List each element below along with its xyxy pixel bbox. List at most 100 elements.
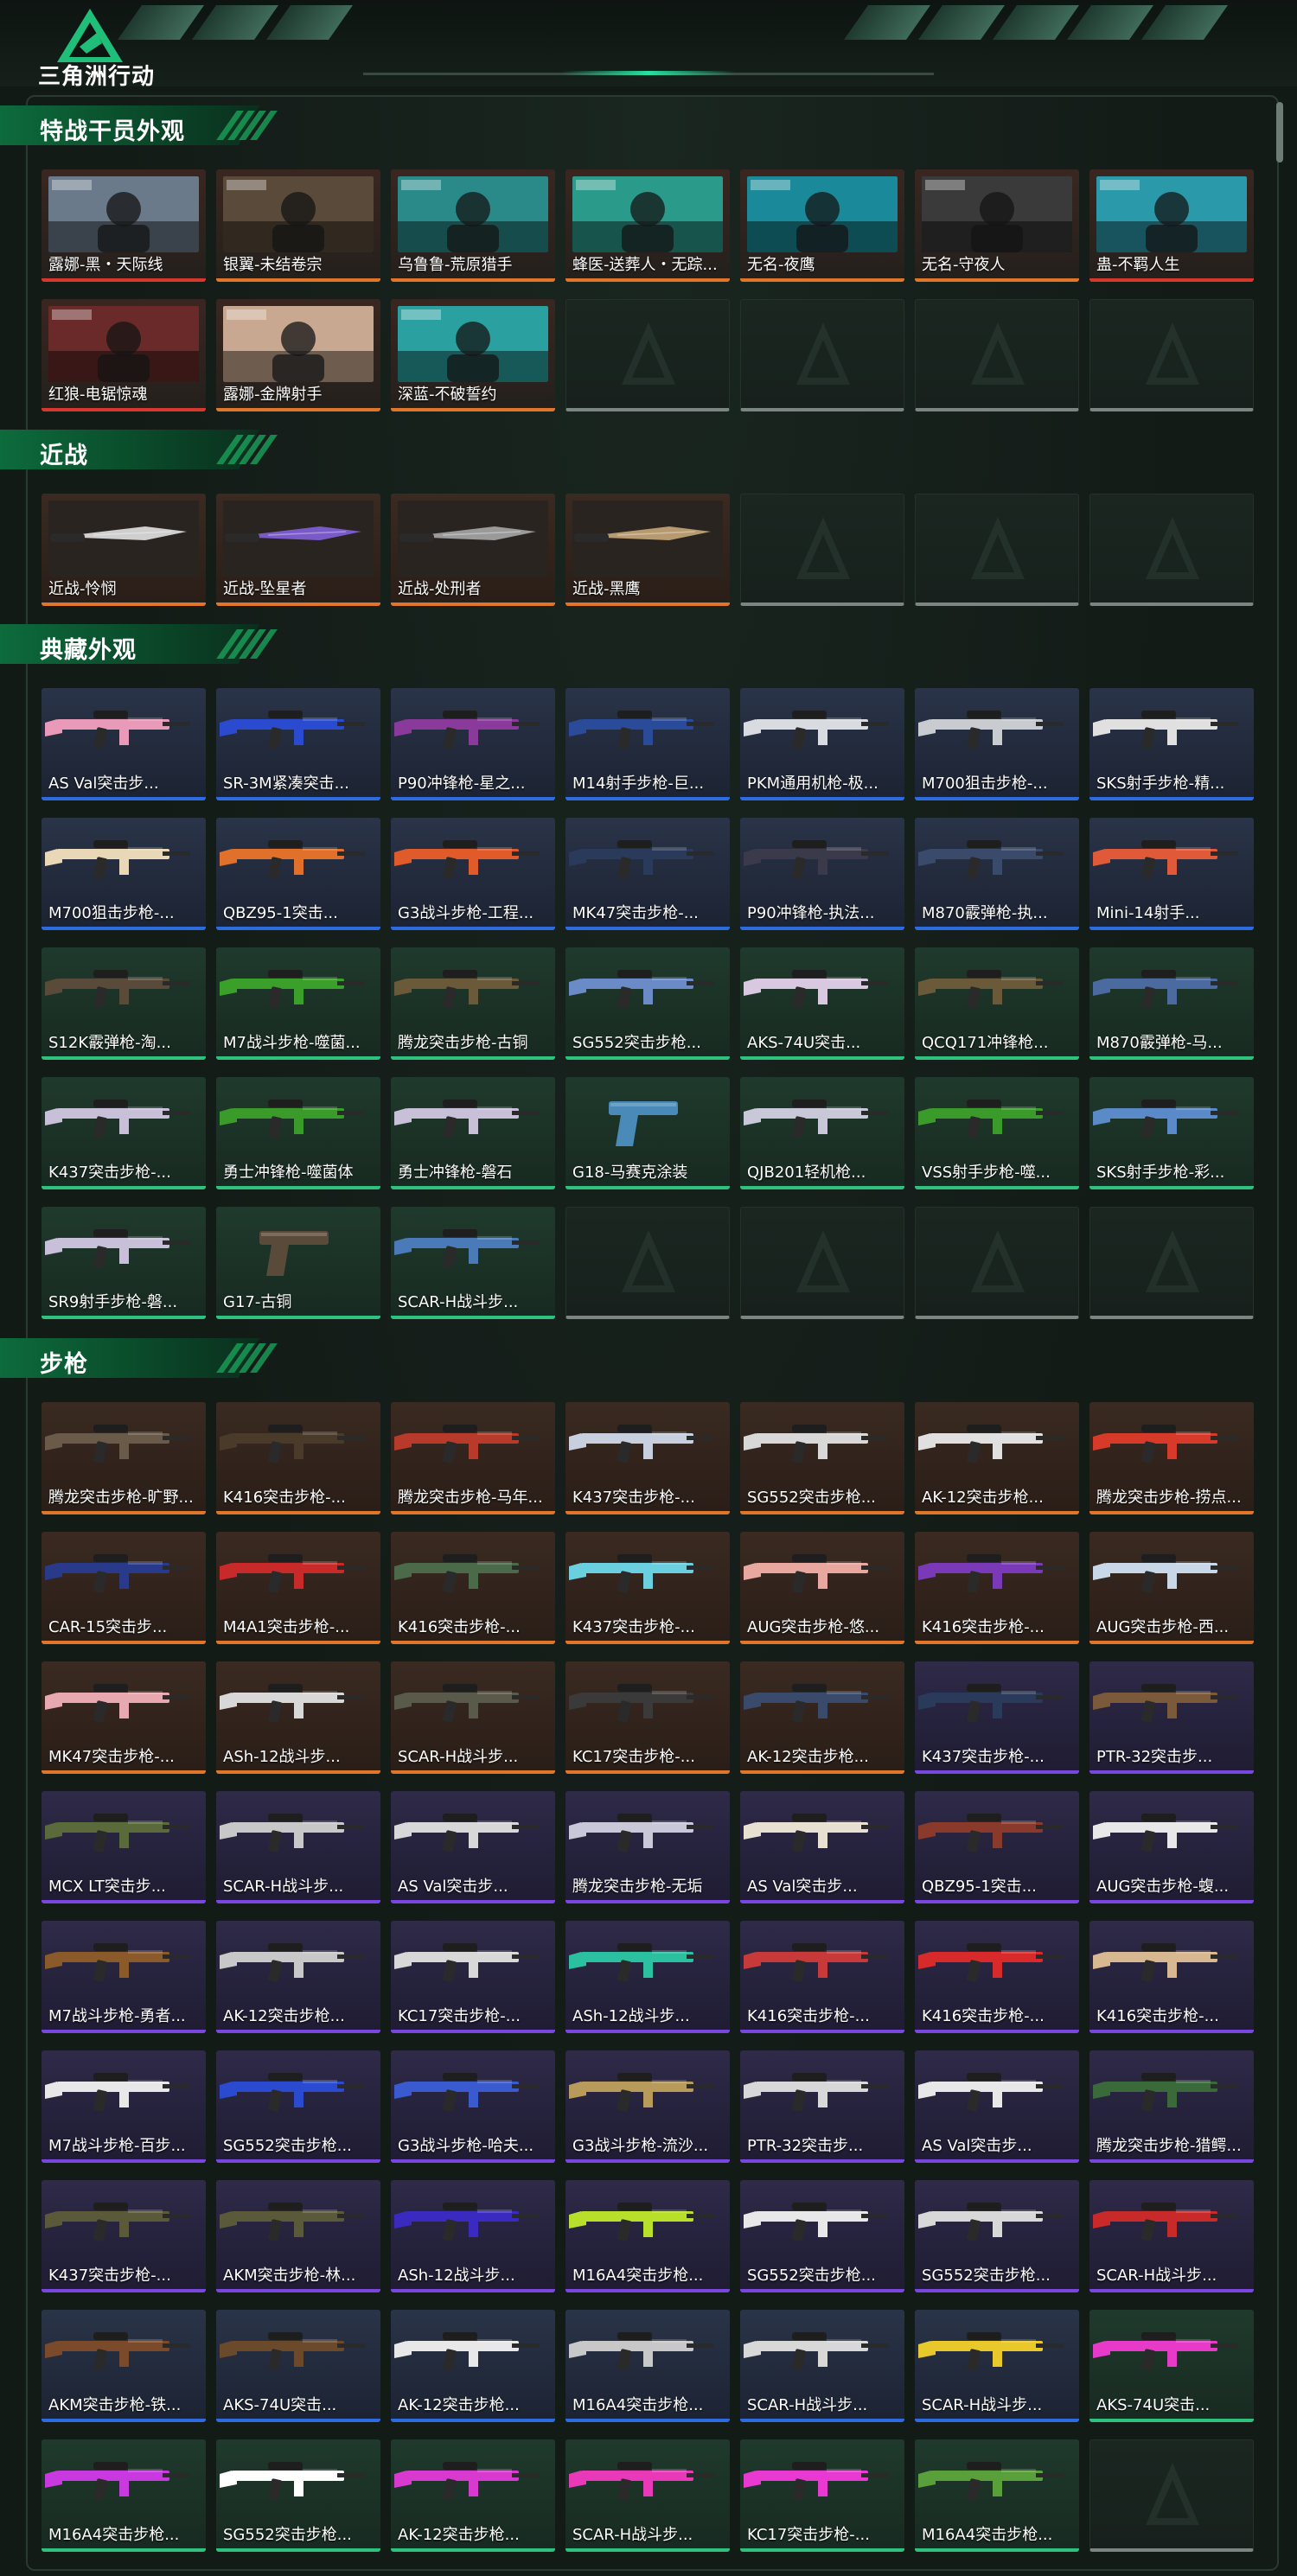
item-card[interactable]: SCAR-H战斗步...	[1089, 2180, 1254, 2292]
item-card[interactable]: SG552突击步枪...	[915, 2180, 1079, 2292]
item-card[interactable]: AUG突击步枪-蝮...	[1089, 1791, 1254, 1903]
item-card[interactable]: 近战-处刑者	[391, 494, 555, 606]
item-card[interactable]: K437突击步枪-...	[565, 1532, 730, 1644]
item-card[interactable]: AUG突击步枪-西...	[1089, 1532, 1254, 1644]
item-card[interactable]: M700狙击步枪-...	[915, 688, 1079, 800]
item-card[interactable]: 勇士冲锋枪-磐石	[391, 1077, 555, 1189]
item-card[interactable]: AK-12突击步枪...	[391, 2310, 555, 2422]
item-card[interactable]: M870霰弹枪-马...	[1089, 947, 1254, 1060]
item-card[interactable]: 红狼-电锯惊魂	[42, 299, 206, 411]
item-card[interactable]: G3战斗步枪-工程...	[391, 818, 555, 930]
item-card[interactable]: M7战斗步枪-勇者...	[42, 1921, 206, 2033]
item-card[interactable]: K416突击步枪-...	[1089, 1921, 1254, 2033]
item-card[interactable]: 近战-怜悯	[42, 494, 206, 606]
item-card[interactable]: SCAR-H战斗步...	[391, 1661, 555, 1774]
item-card[interactable]: K416突击步枪-...	[915, 1921, 1079, 2033]
item-card[interactable]: 腾龙突击步枪-马年...	[391, 1402, 555, 1514]
item-card[interactable]: KC17突击步枪-...	[565, 1661, 730, 1774]
item-card[interactable]: QCQ171冲锋枪...	[915, 947, 1079, 1060]
item-card[interactable]: 勇士冲锋枪-噬菌体	[216, 1077, 380, 1189]
item-card[interactable]: SCAR-H战斗步...	[216, 1791, 380, 1903]
item-card[interactable]: P90冲锋枪-执法...	[740, 818, 904, 930]
item-card[interactable]: M16A4突击步枪...	[565, 2310, 730, 2422]
item-card[interactable]: KC17突击步枪-...	[391, 1921, 555, 2033]
item-card[interactable]: K437突击步枪-...	[42, 1077, 206, 1189]
item-card[interactable]: M7战斗步枪-百步...	[42, 2050, 206, 2163]
item-card[interactable]: 腾龙突击步枪-无垢	[565, 1791, 730, 1903]
item-card[interactable]: SKS射手步枪-精...	[1089, 688, 1254, 800]
item-card[interactable]: MK47突击步枪-...	[565, 818, 730, 930]
item-card[interactable]: AK-12突击步枪...	[391, 2439, 555, 2552]
item-card[interactable]: 近战-黑鹰	[565, 494, 730, 606]
item-card[interactable]: AS Val突击步...	[740, 1791, 904, 1903]
item-card[interactable]: SR-3M紧凑突击...	[216, 688, 380, 800]
item-card[interactable]: P90冲锋枪-星之...	[391, 688, 555, 800]
item-card[interactable]: 腾龙突击步枪-古铜	[391, 947, 555, 1060]
item-card[interactable]: 近战-坠星者	[216, 494, 380, 606]
item-card[interactable]: AKM突击步枪-铁...	[42, 2310, 206, 2422]
item-card[interactable]: K437突击步枪-...	[915, 1661, 1079, 1774]
item-card[interactable]: G18-马赛克涂装	[565, 1077, 730, 1189]
item-card[interactable]: 乌鲁鲁-荒原猎手	[391, 169, 555, 282]
item-card[interactable]: QBZ95-1突击...	[915, 1791, 1079, 1903]
item-card[interactable]: PTR-32突击步...	[1089, 1661, 1254, 1774]
scrollbar-thumb[interactable]	[1276, 102, 1283, 163]
item-card[interactable]: 腾龙突击步枪-猎鳄...	[1089, 2050, 1254, 2163]
item-card[interactable]: AS Val突击步...	[391, 1791, 555, 1903]
item-card[interactable]: AKS-74U突击...	[740, 947, 904, 1060]
item-card[interactable]: 腾龙突击步枪-捞点...	[1089, 1402, 1254, 1514]
item-card[interactable]: AK-12突击步枪...	[740, 1661, 904, 1774]
item-card[interactable]: S12K霰弹枪-淘...	[42, 947, 206, 1060]
item-card[interactable]: SG552突击步枪...	[740, 2180, 904, 2292]
item-card[interactable]: M14射手步枪-巨...	[565, 688, 730, 800]
item-card[interactable]: K416突击步枪-...	[915, 1532, 1079, 1644]
item-card[interactable]: K437突击步枪-...	[565, 1402, 730, 1514]
item-card[interactable]: G3战斗步枪-哈夫...	[391, 2050, 555, 2163]
item-card[interactable]: VSS射手步枪-噬...	[915, 1077, 1079, 1189]
item-card[interactable]: PKM通用机枪-极...	[740, 688, 904, 800]
item-card[interactable]: AS Val突击步...	[42, 688, 206, 800]
item-card[interactable]: QBZ95-1突击...	[216, 818, 380, 930]
item-card[interactable]: SR9射手步枪-磐...	[42, 1207, 206, 1319]
item-card[interactable]: QJB201轻机枪...	[740, 1077, 904, 1189]
item-card[interactable]: ASh-12战斗步...	[565, 1921, 730, 2033]
item-card[interactable]: K437突击步枪-...	[42, 2180, 206, 2292]
item-card[interactable]: 深蓝-不破誓约	[391, 299, 555, 411]
item-card[interactable]: KC17突击步枪-...	[740, 2439, 904, 2552]
item-card[interactable]: AUG突击步枪-悠...	[740, 1532, 904, 1644]
item-card[interactable]: AKS-74U突击...	[1089, 2310, 1254, 2422]
item-card[interactable]: SG552突击步枪...	[565, 947, 730, 1060]
item-card[interactable]: 无名-夜鹰	[740, 169, 904, 282]
item-card[interactable]: SG552突击步枪...	[740, 1402, 904, 1514]
item-card[interactable]: M16A4突击步枪...	[42, 2439, 206, 2552]
item-card[interactable]: CAR-15突击步...	[42, 1532, 206, 1644]
item-card[interactable]: SG552突击步枪...	[216, 2050, 380, 2163]
item-card[interactable]: SG552突击步枪...	[216, 2439, 380, 2552]
item-card[interactable]: K416突击步枪-...	[391, 1532, 555, 1644]
item-card[interactable]: AK-12突击步枪...	[915, 1402, 1079, 1514]
item-card[interactable]: MCX LT突击步...	[42, 1791, 206, 1903]
item-card[interactable]: M870霰弹枪-执...	[915, 818, 1079, 930]
item-card[interactable]: ASh-12战斗步...	[216, 1661, 380, 1774]
item-card[interactable]: Mini-14射手...	[1089, 818, 1254, 930]
item-card[interactable]: M16A4突击步枪...	[565, 2180, 730, 2292]
item-card[interactable]: 蛊-不羁人生	[1089, 169, 1254, 282]
item-card[interactable]: PTR-32突击步...	[740, 2050, 904, 2163]
item-card[interactable]: AKM突击步枪-林...	[216, 2180, 380, 2292]
item-card[interactable]: 露娜-黑・天际线	[42, 169, 206, 282]
item-card[interactable]: 腾龙突击步枪-旷野...	[42, 1402, 206, 1514]
scrollbar[interactable]	[1276, 95, 1283, 2567]
item-card[interactable]: SCAR-H战斗步...	[740, 2310, 904, 2422]
item-card[interactable]: 无名-守夜人	[915, 169, 1079, 282]
item-card[interactable]: G3战斗步枪-流沙...	[565, 2050, 730, 2163]
item-card[interactable]: M7战斗步枪-噬菌...	[216, 947, 380, 1060]
item-card[interactable]: AKS-74U突击...	[216, 2310, 380, 2422]
item-card[interactable]: K416突击步枪-...	[216, 1402, 380, 1514]
item-card[interactable]: M700狙击步枪-...	[42, 818, 206, 930]
item-card[interactable]: MK47突击步枪-...	[42, 1661, 206, 1774]
item-card[interactable]: AS Val突击步...	[915, 2050, 1079, 2163]
item-card[interactable]: SCAR-H战斗步...	[565, 2439, 730, 2552]
item-card[interactable]: SCAR-H战斗步...	[391, 1207, 555, 1319]
item-card[interactable]: K416突击步枪-...	[740, 1921, 904, 2033]
item-card[interactable]: AK-12突击步枪...	[216, 1921, 380, 2033]
